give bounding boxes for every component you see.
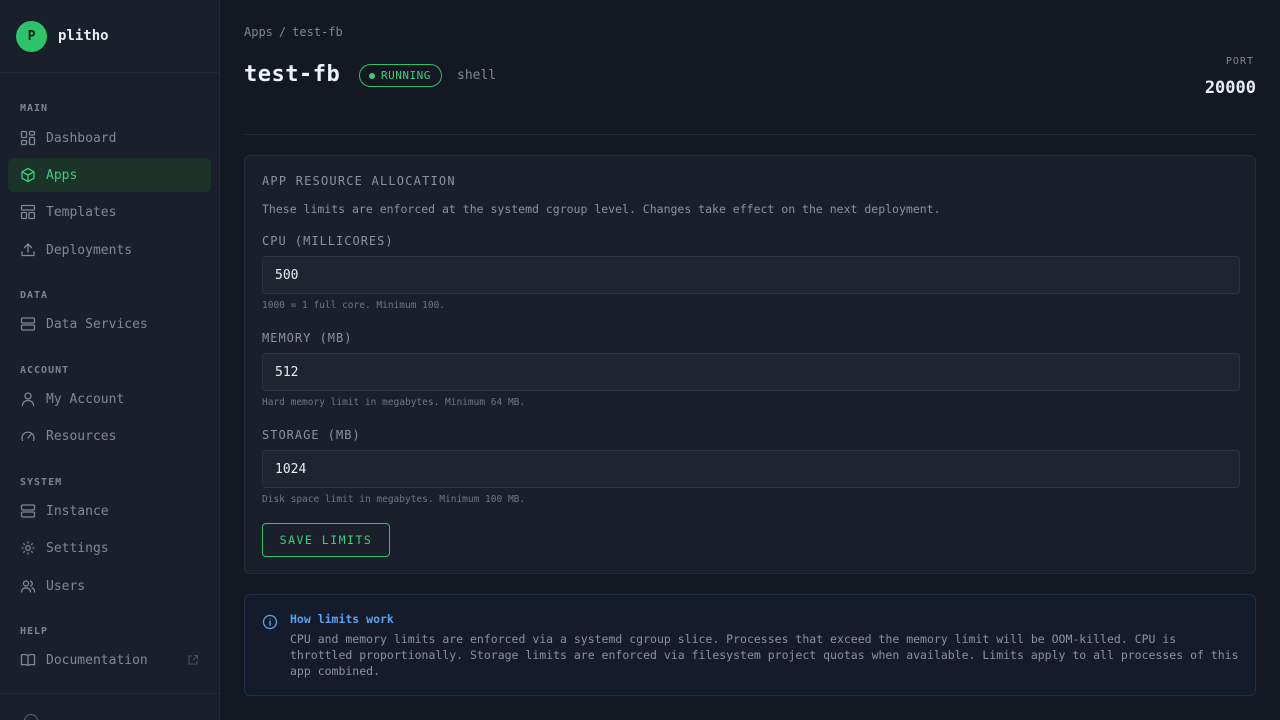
nav-section-data: DATA [20,290,49,301]
info-text: CPU and memory limits are enforced via a… [290,632,1239,678]
resource-allocation-card: APP RESOURCE ALLOCATION These limits are… [244,155,1256,574]
sidebar-item-instance[interactable]: Instance [8,494,211,528]
sidebar-item-data-services[interactable]: Data Services [8,307,211,341]
cube-icon [20,167,36,183]
info-box: How limits work CPU and memory limits ar… [244,594,1256,696]
sidebar-item-dashboard[interactable]: Dashboard [8,121,211,155]
cpu-input[interactable] [262,256,1240,294]
gauge-icon [20,428,36,444]
sidebar-item-label: Instance [46,503,109,519]
sidebar-item-label: Apps [46,167,78,183]
sidebar-item-my-account[interactable]: My Account [8,382,211,416]
status-dot-icon [369,72,375,79]
brand-name: plitho [58,28,109,44]
breadcrumb-separator: / [278,25,287,39]
server-icon [20,503,36,519]
sidebar-item-documentation[interactable]: Documentation [8,643,211,677]
cpu-label: CPU (MILLICORES) [262,234,394,248]
sidebar-footer-divider [0,693,219,694]
storage-label: STORAGE (MB) [262,428,361,442]
info-title: How limits work [290,612,394,626]
sidebar-item-label: Documentation [46,652,148,668]
user-icon [20,391,36,407]
memory-hint: Hard memory limit in megabytes. Minimum … [262,397,526,408]
sidebar-item-settings[interactable]: Settings [8,531,211,565]
sidebar-item-templates[interactable]: Templates [8,195,211,229]
app-kind: shell [457,68,497,83]
sidebar-item-label: Dashboard [46,130,117,146]
breadcrumb-apps-link[interactable]: Apps [244,25,273,39]
sidebar-item-label: Deployments [46,242,133,258]
sidebar-item-label: Settings [46,540,109,556]
layout-icon [20,204,36,220]
book-icon [20,652,36,668]
gear-icon [20,540,36,556]
breadcrumb: Apps / test-fb [244,25,343,39]
sidebar-item-label: My Account [46,391,125,407]
nav-section-system: SYSTEM [20,477,63,488]
database-icon [20,316,36,332]
storage-hint: Disk space limit in megabytes. Minimum 1… [262,494,526,505]
memory-label: MEMORY (MB) [262,331,353,345]
sidebar: P plitho MAIN Dashboard Apps Templates D… [0,0,220,720]
storage-input[interactable] [262,450,1240,488]
save-limits-button[interactable]: SAVE LIMITS [262,523,390,557]
brand-logo: P [16,20,47,52]
grid-icon [20,130,36,146]
header-divider [244,134,1256,135]
info-icon [262,614,278,630]
status-text: RUNNING [381,69,431,82]
sidebar-item-label: Data Services [46,316,148,332]
memory-input[interactable] [262,353,1240,391]
port-value: 20000 [1204,78,1256,98]
sidebar-item-apps[interactable]: Apps [8,158,211,192]
external-link-icon [188,654,199,665]
sidebar-item-deployments[interactable]: Deployments [8,233,211,267]
users-icon [20,578,36,594]
nav-section-main: MAIN [20,103,49,114]
brand[interactable]: P plitho [0,0,219,73]
card-description: These limits are enforced at the systemd… [262,202,941,216]
cpu-hint: 1000 = 1 full core. Minimum 100. [262,300,446,311]
nav-section-help: HELP [20,626,49,637]
nav-section-account: ACCOUNT [20,365,70,376]
page-title: test-fb [244,62,341,87]
footer-avatar-icon[interactable] [24,714,38,720]
upload-icon [20,242,36,258]
sidebar-item-label: Templates [46,204,117,220]
sidebar-item-resources[interactable]: Resources [8,419,211,453]
port-label: PORT [1225,56,1254,67]
sidebar-item-label: Users [46,578,86,594]
sidebar-item-label: Resources [46,428,117,444]
card-title: APP RESOURCE ALLOCATION [262,174,456,188]
status-badge: RUNNING [359,64,442,87]
breadcrumb-current: test-fb [292,25,343,39]
sidebar-item-users[interactable]: Users [8,569,211,603]
